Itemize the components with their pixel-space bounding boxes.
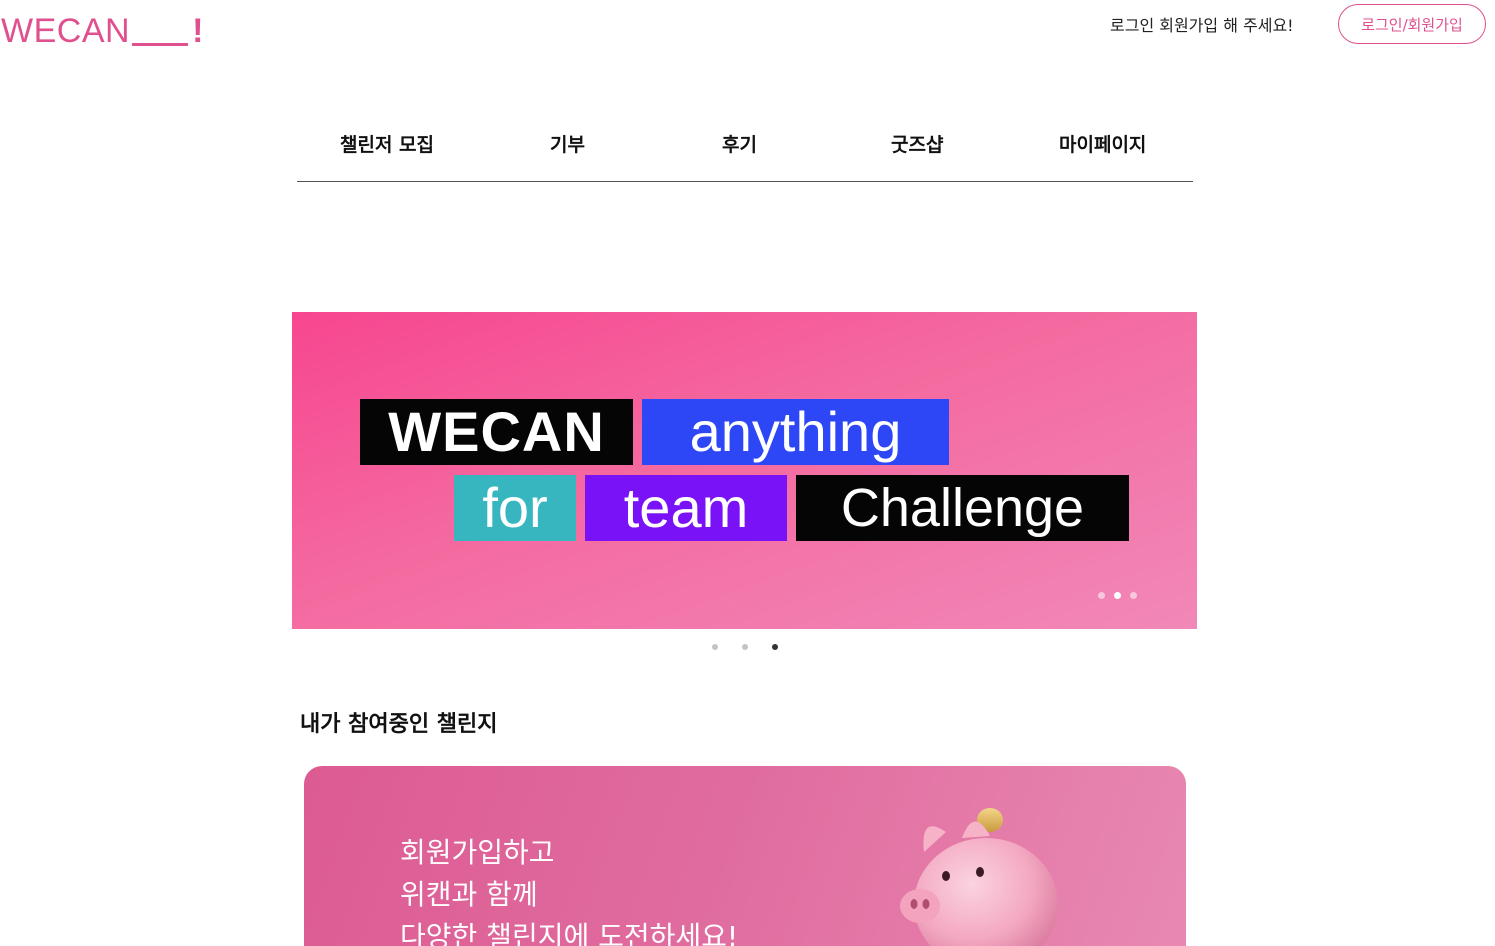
hero-banner[interactable]: WECAN anything for team Challenge xyxy=(292,312,1197,629)
promo-text: 회원가입하고 위캔과 함께 다양한 챌린지에 도전하세요! xyxy=(400,832,738,946)
pagination-dot-3[interactable] xyxy=(772,644,778,650)
hero-word-challenge: Challenge xyxy=(796,475,1129,541)
page: WECAN ! 로그인 회원가입 해 주세요! 로그인/회원가입 챌린저 모집 … xyxy=(0,0,1495,946)
hero-word-for: for xyxy=(454,475,576,541)
promo-line-2: 위캔과 함께 xyxy=(400,878,538,911)
pagination-dot-2[interactable] xyxy=(742,644,748,650)
hero-dot xyxy=(1130,592,1137,599)
nav-item-goods-shop[interactable]: 굿즈샵 xyxy=(891,130,943,157)
logo[interactable]: WECAN ! xyxy=(1,14,204,48)
piggy-bank-icon xyxy=(900,808,1058,946)
nav-item-donation[interactable]: 기부 xyxy=(550,130,585,157)
pagination-dot-1[interactable] xyxy=(712,644,718,650)
hero-dot-active xyxy=(1114,592,1121,599)
login-greeting: 로그인 회원가입 해 주세요! xyxy=(1110,16,1294,35)
promo-line-3: 다양한 챌린지에 도전하세요! xyxy=(400,920,739,946)
logo-text: WECAN xyxy=(1,12,131,50)
signup-promo-card[interactable]: 회원가입하고 위캔과 함께 다양한 챌린지에 도전하세요! xyxy=(304,766,1186,946)
nav-item-mypage[interactable]: 마이페이지 xyxy=(1059,130,1146,157)
logo-blank-underline xyxy=(132,43,189,46)
section-title: 내가 참여중인 챌린지 xyxy=(300,712,498,737)
hero-word-wecan: WECAN xyxy=(360,399,633,465)
hero-word-team: team xyxy=(585,475,787,541)
promo-line-1: 회원가입하고 xyxy=(400,836,555,869)
nav-item-challenger-recruit[interactable]: 챌린저 모집 xyxy=(340,130,434,157)
login-signup-button[interactable]: 로그인/회원가입 xyxy=(1338,4,1486,44)
carousel-pagination xyxy=(712,644,778,650)
hero-word-anything: anything xyxy=(642,399,949,465)
nav-item-reviews[interactable]: 후기 xyxy=(722,130,757,157)
hero-slide-indicator xyxy=(1098,592,1137,599)
main-nav: 챌린저 모집 기부 후기 굿즈샵 마이페이지 xyxy=(297,108,1193,182)
logo-exclamation: ! xyxy=(192,12,204,50)
hero-dot xyxy=(1098,592,1105,599)
